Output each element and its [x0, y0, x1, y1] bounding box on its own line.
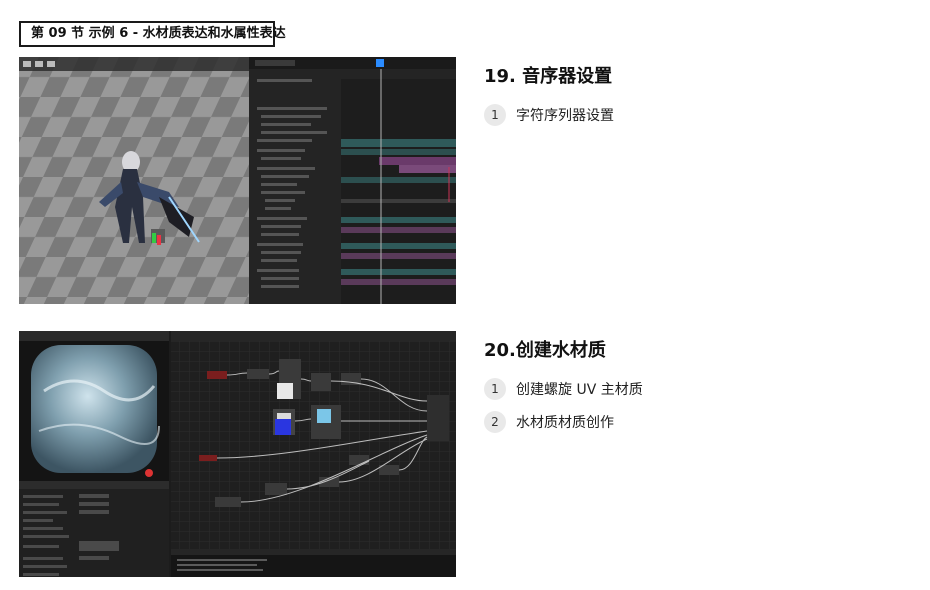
material-editor-screenshot — [19, 331, 456, 577]
step-label: 水材质材质创作 — [516, 415, 614, 431]
sequencer-screenshot — [19, 57, 456, 304]
step-label: 创建螺旋 UV 主材质 — [516, 382, 643, 398]
step-item: 1 创建螺旋 UV 主材质 — [484, 378, 643, 400]
step-item: 2 水材质材质创作 — [484, 411, 614, 433]
heading-sequencer-setup: 19. 音序器设置 — [484, 66, 613, 87]
step-number-badge: 1 — [484, 104, 506, 126]
section-title: 第 09 节 示例 6 - 水材质表达和水属性表达 — [19, 21, 286, 47]
step-number-badge: 1 — [484, 378, 506, 400]
heading-create-water-material: 20.创建水材质 — [484, 340, 606, 361]
step-number-badge: 2 — [484, 411, 506, 433]
step-item: 1 字符序列器设置 — [484, 104, 614, 126]
step-label: 字符序列器设置 — [516, 108, 614, 124]
